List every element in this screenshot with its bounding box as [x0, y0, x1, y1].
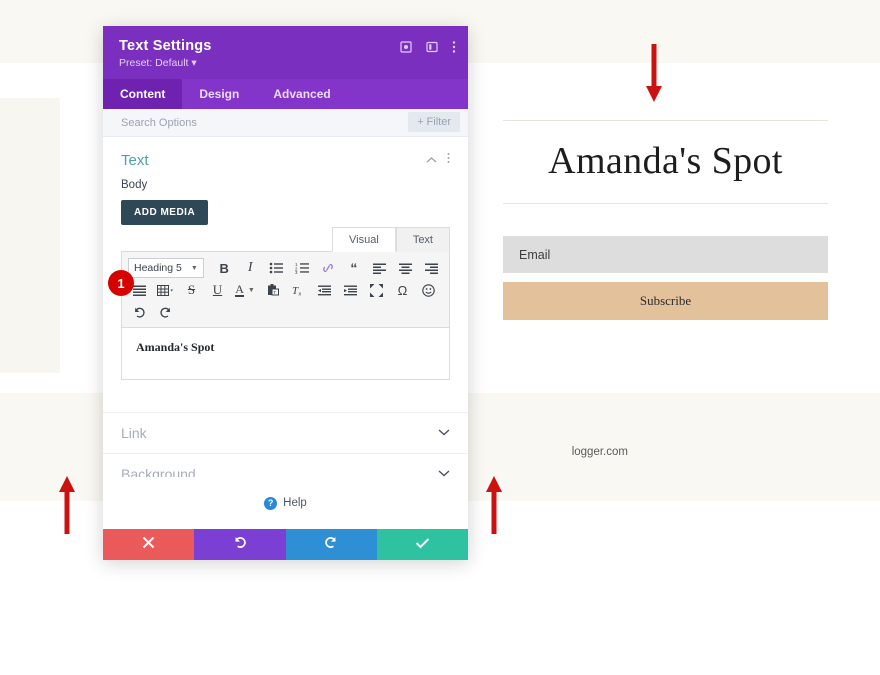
redo-icon [324, 535, 338, 554]
editor-content-area[interactable]: Amanda's Spot [121, 328, 450, 380]
section-title: Text [121, 151, 149, 169]
tab-advanced[interactable]: Advanced [256, 79, 347, 109]
annotation-badge-1: 1 [108, 270, 134, 296]
link-icon[interactable] [316, 258, 339, 279]
numbered-list-icon[interactable]: 123 [291, 258, 314, 279]
svg-text:3: 3 [295, 270, 298, 274]
editor-tab-visual[interactable]: Visual [332, 227, 396, 252]
toolbar-row-1: Heading 5 ▼ B I 123 “ [128, 257, 443, 279]
emoji-icon[interactable] [417, 280, 440, 301]
text-color-icon[interactable]: A ▼ [232, 280, 258, 301]
accordion-row-background[interactable]: Background [103, 454, 468, 477]
more-vertical-icon[interactable] [452, 40, 456, 54]
modal-footer [103, 529, 468, 560]
clear-formatting-icon[interactable]: Tx [287, 280, 310, 301]
format-select[interactable]: Heading 5 ▼ [128, 258, 204, 278]
modal-body: Text Body ADD MEDIA Visual Text Heading … [103, 137, 468, 477]
modal-header: Text Settings Preset: Default ▾ [103, 26, 468, 79]
help-icon: ? [264, 496, 278, 510]
table-icon[interactable] [154, 280, 177, 301]
help-label: Help [283, 497, 307, 509]
left-content-card [0, 98, 60, 373]
editor-toolbar: Heading 5 ▼ B I 123 “ S U A ▼ T T x Ω [121, 251, 450, 328]
bullet-list-icon[interactable] [265, 258, 288, 279]
target-icon[interactable] [400, 41, 412, 53]
format-select-value: Heading 5 [134, 262, 182, 274]
redo-button[interactable] [285, 529, 377, 560]
more-vertical-icon[interactable] [447, 151, 450, 169]
fullscreen-icon[interactable] [365, 280, 388, 301]
search-options-row: Search Options + Filter [103, 109, 468, 137]
chevron-down-icon: ▼ [190, 264, 198, 272]
filter-label: Filter [426, 116, 451, 128]
arrow-down-top [641, 44, 667, 104]
text-settings-modal: Text Settings Preset: Default ▾ Content … [103, 26, 468, 560]
undo-button[interactable] [194, 529, 286, 560]
search-input[interactable]: Search Options [121, 117, 197, 129]
wp-editor: Visual Text Heading 5 ▼ B I 1 2 3 “ S U … [121, 227, 450, 380]
screenshot-root: Amanda's Spot Email Subscribe © 2020 Cop… [0, 0, 880, 675]
editor-tab-text[interactable]: Text [395, 227, 450, 252]
save-button[interactable] [376, 529, 468, 560]
italic-icon[interactable]: I [239, 258, 262, 279]
strikethrough-icon[interactable]: S [180, 280, 203, 301]
align-left-icon[interactable] [368, 258, 391, 279]
undo-icon [233, 535, 247, 554]
toolbar-row-2: S U A ▼ T Tx Ω [128, 279, 443, 301]
modal-preset-label: Preset: Default [119, 57, 189, 69]
arrow-up-left [54, 474, 80, 534]
accordion-link: Link [103, 412, 468, 453]
close-icon [142, 536, 155, 554]
indent-icon[interactable] [339, 280, 362, 301]
svg-text:x: x [298, 292, 301, 297]
site-title: Amanda's Spot [503, 120, 828, 204]
copyright-right: logger.com [571, 446, 628, 458]
caret-down-icon: ▾ [191, 57, 197, 69]
text-section-header: Text [103, 137, 468, 179]
paste-icon[interactable]: T [261, 280, 284, 301]
modal-tabs: Content Design Advanced [103, 79, 468, 109]
chevron-down-icon [438, 468, 450, 477]
help-link[interactable]: ? Help [103, 477, 468, 529]
section-header-icons [426, 151, 450, 169]
redo-icon[interactable] [154, 302, 177, 323]
body-field-label: Body [121, 179, 148, 191]
check-icon [415, 536, 430, 554]
layout-icon[interactable] [426, 41, 438, 53]
tab-design[interactable]: Design [182, 79, 256, 109]
svg-text:T: T [273, 290, 276, 295]
accordion-background: Background [103, 453, 468, 477]
undo-icon[interactable] [128, 302, 151, 323]
cancel-button[interactable] [103, 529, 195, 560]
chevron-up-icon[interactable] [426, 151, 437, 169]
underline-icon[interactable]: U [206, 280, 229, 301]
outdent-icon[interactable] [313, 280, 336, 301]
plus-icon: + [417, 116, 424, 128]
align-center-icon[interactable] [394, 258, 417, 279]
add-media-button[interactable]: ADD MEDIA [121, 200, 209, 225]
align-right-icon[interactable] [420, 258, 443, 279]
site-content-column: Amanda's Spot Email Subscribe [503, 120, 828, 320]
subscribe-button[interactable]: Subscribe [503, 282, 828, 320]
toolbar-row-3 [128, 301, 443, 323]
modal-preset[interactable]: Preset: Default ▾ [119, 57, 452, 69]
blockquote-icon[interactable]: “ [342, 258, 365, 279]
accordion-label-background: Background [121, 466, 196, 477]
chevron-down-icon: ▼ [247, 286, 255, 294]
bold-icon[interactable]: B [213, 258, 236, 279]
editor-mode-tabs: Visual Text [332, 227, 450, 252]
email-input[interactable]: Email [503, 236, 828, 273]
special-character-icon[interactable]: Ω [391, 280, 414, 301]
editor-content-text: Amanda's Spot [136, 340, 215, 354]
arrow-up-right [481, 474, 507, 534]
accordion-row-link[interactable]: Link [103, 413, 468, 453]
tab-content[interactable]: Content [103, 79, 183, 109]
modal-header-icons [400, 40, 456, 54]
filter-button[interactable]: + Filter [408, 112, 460, 132]
accordion-label-link: Link [121, 425, 147, 441]
chevron-down-icon [438, 427, 450, 439]
